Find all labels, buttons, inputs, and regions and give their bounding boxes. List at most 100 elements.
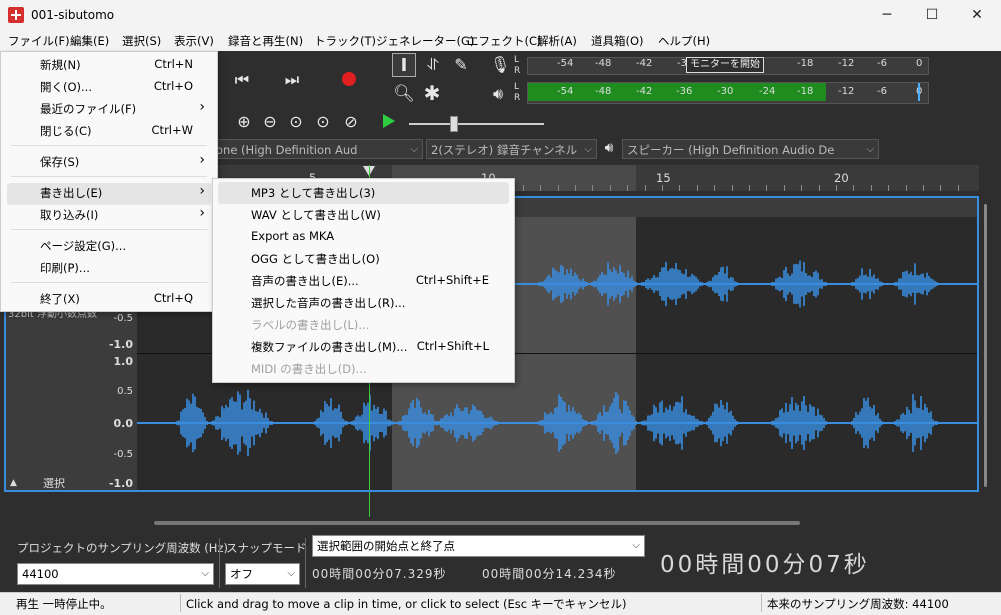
status-state: 再生 一時停止中。: [16, 597, 112, 611]
file-menu-item[interactable]: 開く(O)... Ctrl+O: [40, 79, 193, 97]
menu-item[interactable]: 選択(S): [122, 33, 161, 49]
export-menu-item[interactable]: OGG として書き出し(O): [251, 251, 489, 269]
menu-item[interactable]: ファイル(F): [8, 33, 70, 49]
peak-marker: [918, 83, 920, 101]
ruler-tick: [645, 185, 646, 191]
meter-tick-label: -42: [636, 86, 653, 97]
maximize-button[interactable]: ☐: [909, 0, 955, 31]
snap-mode-select[interactable]: オフ ⌵: [225, 563, 300, 585]
zoom-in-icon[interactable]: ⊕: [234, 112, 254, 131]
i-beam-icon: I: [400, 55, 408, 76]
ruler-tick: [871, 185, 872, 191]
ruler-tick: [662, 185, 663, 191]
menu-item-label: Export as MKA: [251, 229, 335, 243]
file-menu-item[interactable]: 最近のファイル(F) ›: [40, 99, 205, 119]
export-menu-item[interactable]: 複数ファイルの書き出し(M)... Ctrl+Shift+L: [251, 339, 489, 357]
playback-device-select[interactable]: スピーカー (High Definition Audio De ⌵: [622, 139, 879, 159]
file-menu-item[interactable]: 書き出し(E) ›: [40, 183, 205, 203]
menu-item[interactable]: 解析(A): [537, 33, 577, 49]
export-menu-item[interactable]: MP3 として書き出し(3): [251, 185, 489, 203]
meter-right-label: R: [514, 66, 521, 76]
menu-item-label: 音声の書き出し(E)...: [251, 274, 359, 288]
export-menu-item[interactable]: WAV として書き出し(W): [251, 207, 489, 225]
record-icon[interactable]: [342, 72, 356, 86]
zoom-toggle-icon[interactable]: ⊘: [341, 112, 361, 131]
export-menu-item[interactable]: 選択した音声の書き出し(R)...: [251, 295, 489, 313]
skip-end-icon[interactable]: ⏭: [283, 70, 301, 90]
meter-tick-label: -48: [595, 58, 612, 69]
draw-tool-icon[interactable]: ✎: [451, 55, 471, 74]
ruler-tick: [592, 185, 593, 191]
menu-item[interactable]: エフェクト(C): [467, 33, 542, 49]
multi-tool-icon[interactable]: ✱: [421, 81, 443, 105]
menu-item[interactable]: 録音と再生(N): [228, 33, 303, 49]
ruler-tick: [784, 185, 785, 191]
envelope-tool-icon[interactable]: ⥯: [421, 55, 445, 75]
ruler-tick-label: 20: [834, 171, 849, 185]
export-menu-item[interactable]: Export as MKA: [251, 229, 489, 247]
horizontal-scrollbar[interactable]: [154, 521, 800, 525]
menu-item-shortcut: Ctrl+O: [153, 79, 193, 93]
audio-position-display[interactable]: 00時間00分07秒: [660, 545, 870, 579]
file-menu-item[interactable]: ページ設定(G)...: [40, 238, 193, 256]
selection-end-time[interactable]: 00時間00分14.234秒: [482, 563, 617, 585]
ruler-tick: [819, 185, 820, 191]
menu-separator: [11, 229, 207, 230]
ruler-tick: [766, 185, 767, 191]
selection-mode-select[interactable]: 選択範囲の開始点と終了点 ⌵: [312, 535, 645, 557]
menu-item[interactable]: 表示(V): [174, 33, 214, 49]
minimize-button[interactable]: ─: [864, 0, 910, 31]
fit-project-icon[interactable]: ⊙: [313, 112, 333, 131]
menu-item[interactable]: トラック(T): [314, 33, 376, 49]
chevron-right-icon: ›: [199, 183, 205, 199]
meter-tick-label: 0: [916, 58, 923, 69]
monitor-start-label[interactable]: モニターを開始: [686, 57, 764, 73]
vertical-scrollbar[interactable]: [984, 204, 987, 487]
chevron-right-icon: ›: [199, 205, 205, 221]
selection-start-time[interactable]: 00時間00分07.329秒: [312, 563, 447, 585]
menu-item[interactable]: 編集(E): [70, 33, 109, 49]
menu-item-label: ページ設定(G)...: [40, 239, 127, 253]
file-menu-item[interactable]: 終了(X) Ctrl+Q: [40, 291, 193, 309]
menu-item-label: MIDI の書き出し(D)...: [251, 362, 367, 376]
speaker-icon[interactable]: 🔊︎: [490, 84, 506, 104]
menu-item-shortcut: Ctrl+N: [154, 57, 193, 71]
play-speed-slider[interactable]: [409, 123, 544, 125]
menu-item[interactable]: ジェネレーター(G): [376, 33, 474, 49]
play-speed-thumb[interactable]: [450, 116, 458, 132]
project-rate-label: プロジェクトのサンプリング周波数 (Hz): [17, 541, 228, 555]
menu-item-label: ラベルの書き出し(L)...: [251, 318, 370, 332]
file-menu-item[interactable]: 印刷(P)...: [40, 260, 193, 278]
status-hint: Click and drag to move a clip in time, o…: [186, 597, 627, 611]
zoom-tool-icon[interactable]: 🔍︎: [393, 84, 415, 104]
menu-item-label: 保存(S): [40, 155, 80, 169]
menu-item[interactable]: 道具箱(O): [591, 33, 644, 49]
export-menu-item[interactable]: 音声の書き出し(E)... Ctrl+Shift+E: [251, 273, 489, 291]
menu-separator: [11, 282, 207, 283]
toolbar-divider: [219, 538, 220, 588]
fit-selection-icon[interactable]: ⊙: [286, 112, 306, 131]
microphone-icon[interactable]: 🎙︎: [490, 55, 510, 74]
speaker-icon: 🔊︎: [604, 140, 614, 156]
chevron-right-icon: ›: [199, 99, 205, 115]
meter-tick-label: -48: [595, 86, 612, 97]
recording-device-select[interactable]: one (High Definition Aud ⌵: [211, 139, 423, 159]
chevron-right-icon: ›: [199, 152, 205, 168]
meter-tick-label: -6: [877, 86, 887, 97]
project-rate-select[interactable]: 44100 ⌵: [17, 563, 214, 585]
recording-channels-select[interactable]: 2(ステレオ) 録音チャンネル ⌵: [426, 139, 597, 159]
file-menu-item[interactable]: 保存(S) ›: [40, 152, 205, 172]
file-menu-item[interactable]: 取り込み(I) ›: [40, 205, 205, 225]
file-menu-item[interactable]: 新規(N) Ctrl+N: [40, 57, 193, 75]
menu-item-shortcut: Ctrl+Shift+L: [416, 339, 489, 353]
status-divider: [761, 594, 762, 612]
play-at-speed-icon[interactable]: [383, 114, 395, 128]
skip-start-icon[interactable]: ⏮: [233, 70, 251, 90]
menu-item[interactable]: ヘルプ(H): [658, 33, 710, 49]
menu-item-label: 新規(N): [40, 58, 81, 72]
meter-tick-label: -42: [636, 58, 653, 69]
zoom-out-icon[interactable]: ⊖: [260, 112, 280, 131]
ruler-tick: [540, 185, 541, 191]
file-menu-item[interactable]: 閉じる(C) Ctrl+W: [40, 123, 193, 141]
close-button[interactable]: ✕: [954, 0, 1000, 31]
